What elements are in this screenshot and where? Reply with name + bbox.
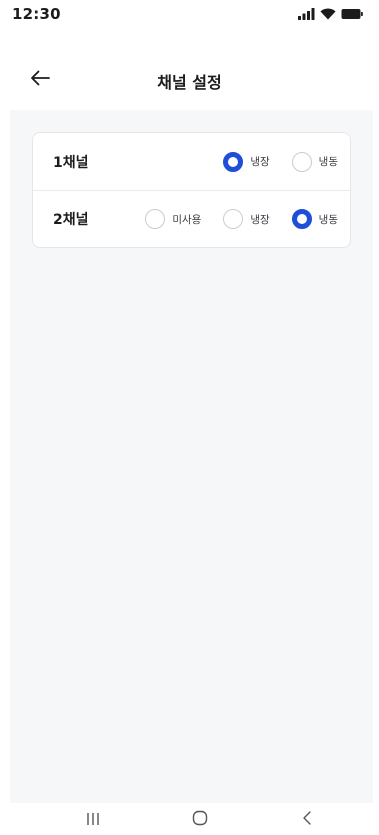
radio-button[interactable]: [291, 151, 312, 172]
channel-settings-card: 1채널 냉장 냉동 2채널 미사용 냉장 냉동: [32, 132, 351, 248]
channel-2-option-refrigerate[interactable]: 냉장: [223, 209, 270, 229]
radio-button[interactable]: [223, 209, 244, 229]
page-title: 채널 설정: [157, 73, 222, 92]
channel-row-2: 2채널 미사용 냉장 냉동: [33, 190, 350, 247]
channel-1-option-freeze[interactable]: 냉동: [291, 151, 338, 172]
wifi-icon: [320, 8, 336, 20]
option-label: 냉동: [318, 156, 338, 168]
radio-button-checked[interactable]: [223, 151, 244, 172]
battery-icon: [341, 8, 363, 20]
option-label: 미사용: [172, 213, 202, 226]
channel-label: 1채널: [53, 154, 89, 171]
channel-2-options: 미사용 냉장 냉동: [145, 209, 338, 229]
recent-apps-button[interactable]: [78, 811, 108, 829]
channel-1-options: 냉장 냉동: [223, 151, 338, 172]
recent-apps-icon: [85, 811, 101, 830]
channel-2-option-unused[interactable]: 미사용: [145, 209, 201, 229]
home-button[interactable]: [185, 810, 215, 830]
channel-2-option-freeze[interactable]: 냉동: [291, 209, 338, 229]
option-label: 냉장: [250, 213, 270, 226]
status-icons: [298, 8, 363, 20]
signal-icon: [298, 8, 315, 20]
arrow-left-icon: [30, 70, 50, 90]
option-label: 냉장: [250, 156, 270, 168]
screen: 12:30 채널 설정 1채널 냉장 냉동 2채널 미사용 냉장 냉동: [0, 0, 379, 835]
app-header: 채널 설정: [0, 52, 379, 108]
back-icon: [301, 810, 313, 830]
channel-row-1: 1채널 냉장 냉동: [33, 133, 350, 190]
status-bar: 12:30: [0, 0, 379, 28]
content-area: 1채널 냉장 냉동 2채널 미사용 냉장 냉동: [10, 110, 373, 803]
channel-label: 2채널: [53, 212, 89, 228]
nav-back-button[interactable]: [292, 811, 322, 829]
option-label: 냉동: [318, 213, 338, 226]
radio-button[interactable]: [145, 209, 166, 229]
back-button[interactable]: [26, 68, 54, 92]
status-time: 12:30: [12, 5, 61, 23]
channel-1-option-refrigerate[interactable]: 냉장: [223, 151, 270, 172]
radio-button-checked[interactable]: [291, 209, 312, 229]
navigation-bar: [0, 803, 379, 835]
home-icon: [192, 810, 208, 830]
